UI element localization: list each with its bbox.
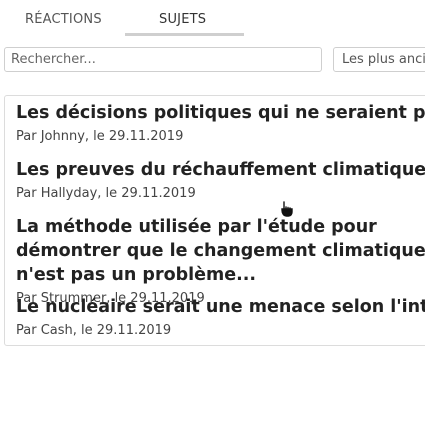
topic-meta: Par Johnny, le 29.11.2019 bbox=[16, 129, 184, 144]
topic-title[interactable]: Les preuves du réchauffement climatiques… bbox=[16, 158, 425, 182]
tab-reactions[interactable]: RÉACTIONS bbox=[25, 12, 102, 27]
search-input[interactable] bbox=[4, 47, 322, 72]
hand-pointer-icon bbox=[281, 201, 293, 217]
active-tab-indicator bbox=[125, 33, 244, 36]
topic-list: Les décisions politiques qui ne seraient… bbox=[4, 95, 425, 346]
topic-title[interactable]: Les décisions politiques qui ne seraient… bbox=[16, 101, 425, 125]
tab-sujets[interactable]: SUJETS bbox=[159, 12, 206, 27]
topic-item[interactable]: Les décisions politiques qui ne seraient… bbox=[16, 101, 425, 146]
topic-meta: Par Hallyday, le 29.11.2019 bbox=[16, 186, 196, 201]
topic-meta: Par Cash, le 29.11.2019 bbox=[16, 323, 172, 338]
topic-item[interactable]: Les preuves du réchauffement climatiques… bbox=[16, 158, 425, 203]
topic-title[interactable]: Le nucléaire serait une menace selon l'i… bbox=[16, 295, 425, 319]
topic-item[interactable]: Le nucléaire serait une menace selon l'i… bbox=[16, 295, 425, 340]
sort-select[interactable]: Les plus anciens bbox=[333, 47, 425, 72]
topic-title[interactable]: La méthode utilisée par l'étude pour dém… bbox=[16, 215, 425, 287]
tab-bar: RÉACTIONS SUJETS bbox=[0, 0, 425, 38]
